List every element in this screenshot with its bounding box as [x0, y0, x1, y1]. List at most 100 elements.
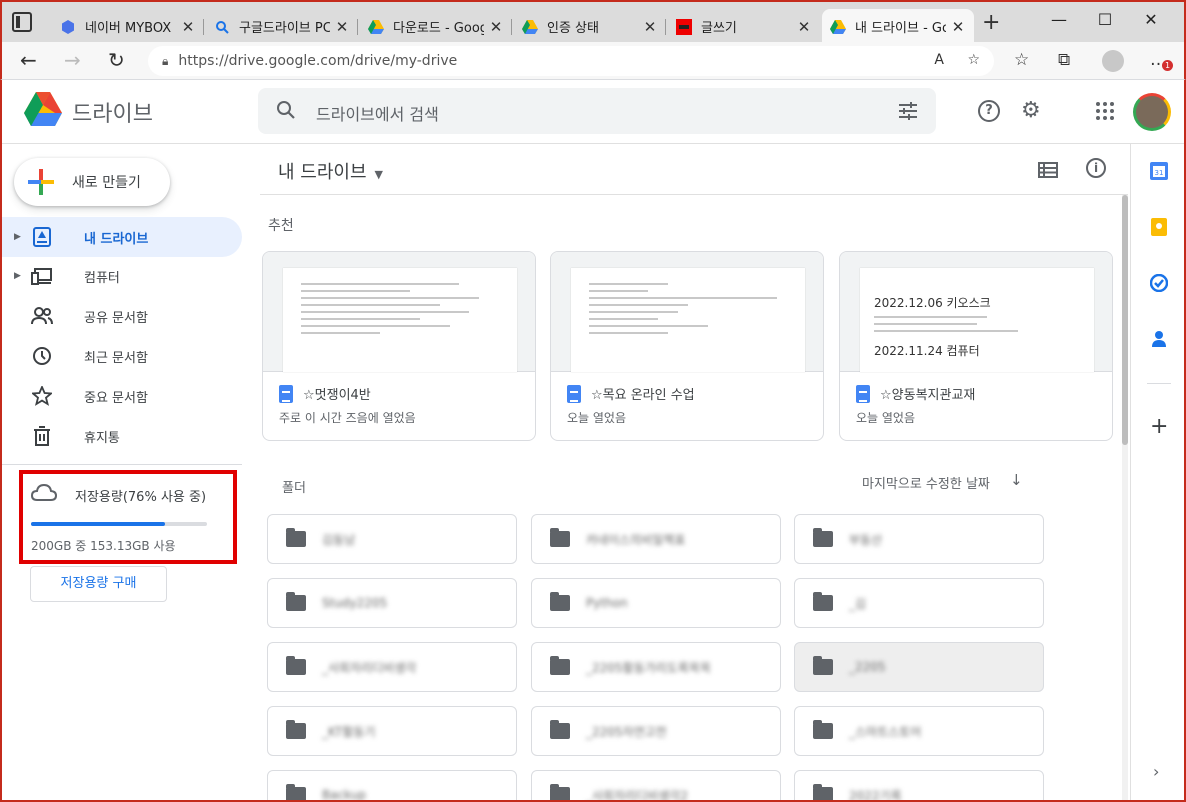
- folder-name: 2022기록: [849, 788, 902, 801]
- tab-download[interactable]: 다운로드 - Goog ✕: [360, 9, 512, 44]
- cloud-icon: [31, 484, 57, 501]
- folder-name: _2205자연고전: [586, 724, 667, 739]
- keep-icon[interactable]: [1150, 218, 1168, 236]
- folder-icon: [550, 528, 570, 547]
- new-tab-icon[interactable]: +: [982, 12, 1000, 34]
- tab-naver-mybox[interactable]: 네이버 MYBOX ✕: [52, 9, 204, 44]
- svg-text:31: 31: [1155, 169, 1164, 177]
- help-icon[interactable]: ?: [978, 100, 1000, 122]
- sort-label[interactable]: 마지막으로 수정한 날짜: [862, 473, 990, 492]
- doc-thumbnail: 2022.12.06 키오스크 2022.11.24 컴퓨터: [840, 252, 1112, 372]
- address-bar[interactable]: 🔒︎ https://drive.google.com/drive/my-dri…: [148, 46, 994, 76]
- refresh-icon[interactable]: ↻: [108, 50, 125, 70]
- close-tab-icon[interactable]: ✕: [642, 18, 658, 36]
- tab-actions-icon[interactable]: [12, 12, 32, 32]
- search-icon[interactable]: [276, 100, 296, 120]
- folder-icon: [813, 784, 833, 800]
- doc-thumbnail: [551, 252, 823, 372]
- folder-item[interactable]: _KT활동기: [267, 706, 517, 756]
- recommended-card[interactable]: 2022.12.06 키오스크 2022.11.24 컴퓨터 ☆양동복지관교재 …: [839, 251, 1113, 441]
- add-favorite-icon[interactable]: ☆: [967, 52, 980, 68]
- buy-storage-button[interactable]: 저장용량 구매: [30, 566, 167, 602]
- sidebar-divider: [2, 464, 242, 465]
- my-drive-dropdown[interactable]: 내 드라이브 ▼: [278, 158, 383, 184]
- tasks-icon[interactable]: [1150, 274, 1168, 292]
- folder-icon: [550, 592, 570, 611]
- arrow-down-icon[interactable]: ↓: [1010, 471, 1023, 489]
- google-docs-icon: [856, 385, 870, 403]
- sidebar-item-trash[interactable]: 휴지통: [2, 416, 242, 456]
- search-options-icon[interactable]: [898, 101, 918, 121]
- list-view-icon[interactable]: [1038, 162, 1058, 178]
- app-name[interactable]: 드라이브: [72, 96, 153, 128]
- folder-name: _2205: [849, 660, 886, 674]
- new-button[interactable]: 새로 만들기: [14, 158, 170, 206]
- scrollbar[interactable]: [1122, 195, 1128, 800]
- account-avatar[interactable]: [1133, 93, 1171, 131]
- sidebar-item-my-drive[interactable]: ▶ 내 드라이브: [2, 217, 242, 257]
- folder-item[interactable]: 부동산: [794, 514, 1044, 564]
- scrollbar-thumb[interactable]: [1122, 195, 1128, 445]
- google-drive-logo-icon[interactable]: [24, 92, 62, 126]
- folder-item[interactable]: 김동남: [267, 514, 517, 564]
- chevron-right-icon[interactable]: ›: [1153, 762, 1159, 781]
- sidebar-item-starred[interactable]: 중요 문서함: [2, 376, 242, 416]
- close-tab-icon[interactable]: ✕: [950, 18, 966, 36]
- close-tab-icon[interactable]: ✕: [180, 18, 196, 36]
- tab-my-drive[interactable]: 내 드라이브 - Go ✕: [822, 9, 974, 44]
- folder-item[interactable]: _스마트스토어: [794, 706, 1044, 756]
- preview-heading: 2022.11.24 컴퓨터: [874, 344, 980, 358]
- folder-item[interactable]: Study2205: [267, 578, 517, 628]
- sidebar-item-shared[interactable]: 공유 문서함: [2, 296, 242, 336]
- close-window-icon[interactable]: ✕: [1128, 10, 1174, 29]
- folders-label: 폴더: [282, 481, 306, 496]
- collections-icon[interactable]: ⧉: [1058, 50, 1070, 70]
- search-bar[interactable]: 드라이브에서 검색: [258, 88, 936, 134]
- sidebar-item-label: 중요 문서함: [84, 390, 148, 406]
- folder-item[interactable]: 2022기록: [794, 770, 1044, 800]
- storage-used-text: 200GB 중 153.13GB 사용: [31, 539, 176, 553]
- folder-item[interactable]: Backup: [267, 770, 517, 800]
- add-addon-icon[interactable]: +: [1150, 416, 1168, 438]
- folder-item[interactable]: Python: [531, 578, 781, 628]
- calendar-icon[interactable]: 31: [1150, 162, 1168, 180]
- folder-icon: [550, 784, 570, 800]
- star-icon: [30, 384, 54, 408]
- expand-arrow-icon[interactable]: ▶: [14, 232, 28, 242]
- maximize-icon[interactable]: ☐: [1082, 10, 1128, 29]
- expand-arrow-icon[interactable]: ▶: [14, 271, 28, 281]
- tab-auth-status[interactable]: 인증 상태 ✕: [514, 9, 666, 44]
- favorites-icon[interactable]: ☆: [1014, 50, 1029, 70]
- profile-icon[interactable]: [1102, 50, 1124, 72]
- recommended-label: 추천: [268, 218, 294, 234]
- folder-item[interactable]: _사회자리디비생각: [267, 642, 517, 692]
- folder-name: Python: [586, 596, 628, 610]
- preview-heading: 2022.12.06 키오스크: [874, 296, 991, 310]
- read-aloud-icon[interactable]: A: [934, 52, 944, 68]
- folder-item[interactable]: 카네이스의비밀책표: [531, 514, 781, 564]
- folder-item[interactable]: _사회자리디비생각2: [531, 770, 781, 800]
- close-tab-icon[interactable]: ✕: [796, 18, 812, 36]
- contacts-icon[interactable]: [1150, 330, 1168, 348]
- close-tab-icon[interactable]: ✕: [488, 18, 504, 36]
- folder-item[interactable]: _2205: [794, 642, 1044, 692]
- storage-section[interactable]: 저장용량(76% 사용 중) 200GB 중 153.13GB 사용: [19, 470, 237, 564]
- google-apps-icon[interactable]: [1096, 102, 1114, 120]
- settings-gear-icon[interactable]: ⚙: [1021, 98, 1041, 123]
- sidebar-item-computers[interactable]: ▶ 컴퓨터: [2, 256, 242, 296]
- folder-item[interactable]: _김: [794, 578, 1044, 628]
- folder-item[interactable]: _2205활동가리도록목목: [531, 642, 781, 692]
- side-panel-rail: 31 + ›: [1130, 144, 1184, 800]
- close-tab-icon[interactable]: ✕: [334, 18, 350, 36]
- info-icon[interactable]: i: [1086, 158, 1106, 178]
- folder-item[interactable]: _2205자연고전: [531, 706, 781, 756]
- recommended-card[interactable]: ☆멋쟁이4반 주로 이 시간 즈음에 열었음: [262, 251, 536, 441]
- tab-google-drive-pc[interactable]: 구글드라이브 PC ✕: [206, 9, 358, 44]
- my-drive-icon: [30, 225, 54, 249]
- recommended-card[interactable]: ☆목요 온라인 수업 오늘 열었음: [550, 251, 824, 441]
- forward-icon[interactable]: →: [64, 50, 81, 70]
- tab-write[interactable]: 글쓰기 ✕: [668, 9, 820, 44]
- back-icon[interactable]: ←: [20, 50, 37, 70]
- sidebar-item-recent[interactable]: 최근 문서함: [2, 336, 242, 376]
- minimize-icon[interactable]: —: [1036, 10, 1082, 29]
